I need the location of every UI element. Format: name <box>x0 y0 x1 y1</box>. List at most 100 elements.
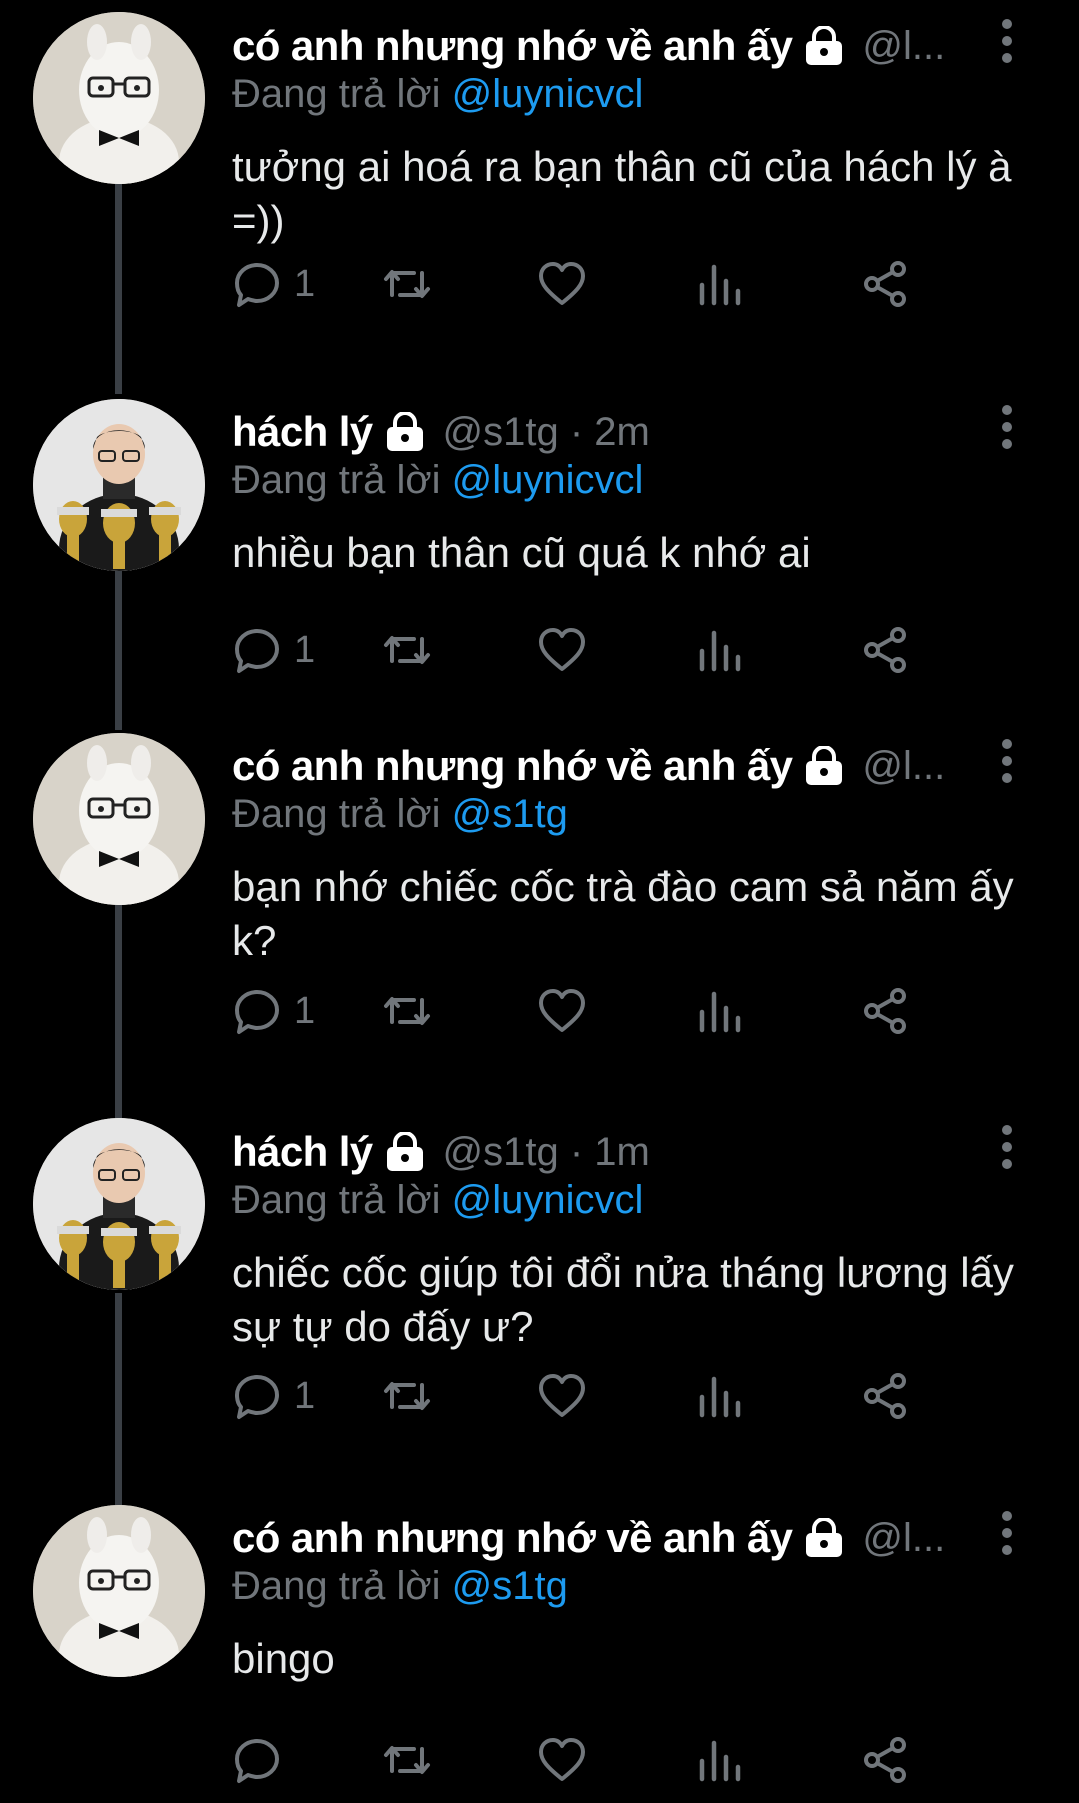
avatar[interactable] <box>33 1505 205 1677</box>
like-button[interactable] <box>537 620 587 680</box>
handle[interactable]: @l... <box>862 744 945 789</box>
thread-line <box>115 184 122 394</box>
like-button[interactable] <box>537 1366 587 1426</box>
like-button[interactable] <box>537 981 587 1041</box>
views-icon <box>699 991 741 1033</box>
replying-to-label: Đang trả lời <box>232 792 452 836</box>
tweet-text: bạn nhớ chiếc cốc trà đào cam sả năm ấy … <box>232 863 1014 964</box>
views-icon <box>699 264 741 306</box>
like-icon <box>539 1738 585 1781</box>
reply-icon <box>235 1375 279 1419</box>
more-icon[interactable] <box>995 1124 1019 1170</box>
handle[interactable]: @l... <box>862 1516 945 1561</box>
replying-to-label: Đang trả lời <box>232 1178 452 1222</box>
retweet-icon <box>384 636 430 664</box>
more-icon[interactable] <box>995 404 1019 450</box>
retweet-icon <box>384 1382 430 1410</box>
more-icon[interactable] <box>995 18 1019 64</box>
share-icon <box>864 627 906 673</box>
avatar[interactable] <box>33 733 205 905</box>
tweet-actions: 1 <box>232 981 1012 1041</box>
tweet-header: có anh nhưng nhớ về anh ấy @l... <box>232 1510 972 1566</box>
replying-to-label: Đang trả lời <box>232 1564 452 1608</box>
reply-count: 1 <box>294 1374 316 1417</box>
views-button[interactable] <box>694 254 744 314</box>
share-button[interactable] <box>860 254 910 314</box>
more-icon[interactable] <box>995 1510 1019 1556</box>
views-button[interactable] <box>694 981 744 1041</box>
views-icon <box>699 1376 741 1418</box>
mention-link[interactable]: @luynicvcl <box>452 72 644 116</box>
display-name[interactable]: hách lý <box>232 408 373 456</box>
tweet-header: có anh nhưng nhớ về anh ấy @l... <box>232 738 972 794</box>
views-icon <box>699 630 741 672</box>
retweet-button[interactable] <box>382 254 432 314</box>
reply-button[interactable]: 1 <box>232 254 315 314</box>
display-name[interactable]: có anh nhưng nhớ về anh ấy <box>232 22 793 70</box>
views-button[interactable] <box>694 620 744 680</box>
display-name[interactable]: hách lý <box>232 1128 373 1176</box>
avatar[interactable] <box>33 399 205 571</box>
handle-and-time[interactable]: @s1tg · 2m <box>443 410 650 455</box>
tweet-text: bingo <box>232 1635 335 1682</box>
tweet-text: nhiều bạn thân cũ quá k nhớ ai <box>232 529 811 576</box>
alpaca-plush-avatar-image <box>33 1505 205 1677</box>
replying-to: Đang trả lời @luynicvcl <box>232 1178 643 1223</box>
lock-icon <box>806 1518 843 1557</box>
replying-to-label: Đang trả lời <box>232 458 452 502</box>
lock-icon <box>806 26 843 65</box>
handle-and-time[interactable]: @s1tg · 1m <box>443 1130 650 1175</box>
person-with-trophies-avatar-image <box>33 399 205 571</box>
retweet-button[interactable] <box>382 1730 432 1790</box>
like-icon <box>539 989 585 1032</box>
share-button[interactable] <box>860 1366 910 1426</box>
reply-count: 1 <box>294 628 316 671</box>
like-button[interactable] <box>537 254 587 314</box>
tweet-text: tưởng ai hoá ra bạn thân cũ của hách lý … <box>232 143 1012 244</box>
person-with-trophies-avatar-image <box>33 1118 205 1290</box>
like-icon <box>539 628 585 671</box>
tweet-text: chiếc cốc giúp tôi đổi nửa tháng lương l… <box>232 1249 1014 1350</box>
tweet-header: hách lý @s1tg · 2m <box>232 404 972 460</box>
tweet-header: có anh nhưng nhớ về anh ấy @l... <box>232 18 972 74</box>
replying-to: Đang trả lời @luynicvcl <box>232 72 643 117</box>
like-button[interactable] <box>537 1730 587 1790</box>
reply-icon <box>235 1739 279 1783</box>
share-button[interactable] <box>860 1730 910 1790</box>
retweet-icon <box>384 270 430 298</box>
views-button[interactable] <box>694 1366 744 1426</box>
retweet-button[interactable] <box>382 981 432 1041</box>
share-icon <box>864 1373 906 1419</box>
reply-button[interactable] <box>232 1730 294 1790</box>
share-button[interactable] <box>860 981 910 1041</box>
retweet-button[interactable] <box>382 1366 432 1426</box>
tweet-actions: 1 <box>232 620 1012 680</box>
mention-link[interactable]: @s1tg <box>452 792 568 836</box>
more-icon[interactable] <box>995 738 1019 784</box>
replying-to-label: Đang trả lời <box>232 72 452 116</box>
reply-button[interactable]: 1 <box>232 620 315 680</box>
thread-line <box>115 570 122 730</box>
display-name[interactable]: có anh nhưng nhớ về anh ấy <box>232 742 793 790</box>
avatar[interactable] <box>33 12 205 184</box>
like-icon <box>539 262 585 305</box>
reply-button[interactable]: 1 <box>232 1366 315 1426</box>
views-button[interactable] <box>694 1730 744 1790</box>
tweet-actions: 1 <box>232 1366 1012 1426</box>
replying-to: Đang trả lời @s1tg <box>232 1564 568 1609</box>
mention-link[interactable]: @luynicvcl <box>452 1178 644 1222</box>
replying-to: Đang trả lời @luynicvcl <box>232 458 643 503</box>
handle[interactable]: @l... <box>862 24 945 69</box>
mention-link[interactable]: @luynicvcl <box>452 458 644 502</box>
thread-line <box>115 1293 122 1505</box>
tweet-actions <box>232 1730 1012 1790</box>
share-button[interactable] <box>860 620 910 680</box>
retweet-icon <box>384 1746 430 1774</box>
reply-icon <box>235 990 279 1034</box>
mention-link[interactable]: @s1tg <box>452 1564 568 1608</box>
avatar[interactable] <box>33 1118 205 1290</box>
reply-button[interactable]: 1 <box>232 981 315 1041</box>
retweet-button[interactable] <box>382 620 432 680</box>
reply-count: 1 <box>294 262 316 305</box>
display-name[interactable]: có anh nhưng nhớ về anh ấy <box>232 1514 793 1562</box>
